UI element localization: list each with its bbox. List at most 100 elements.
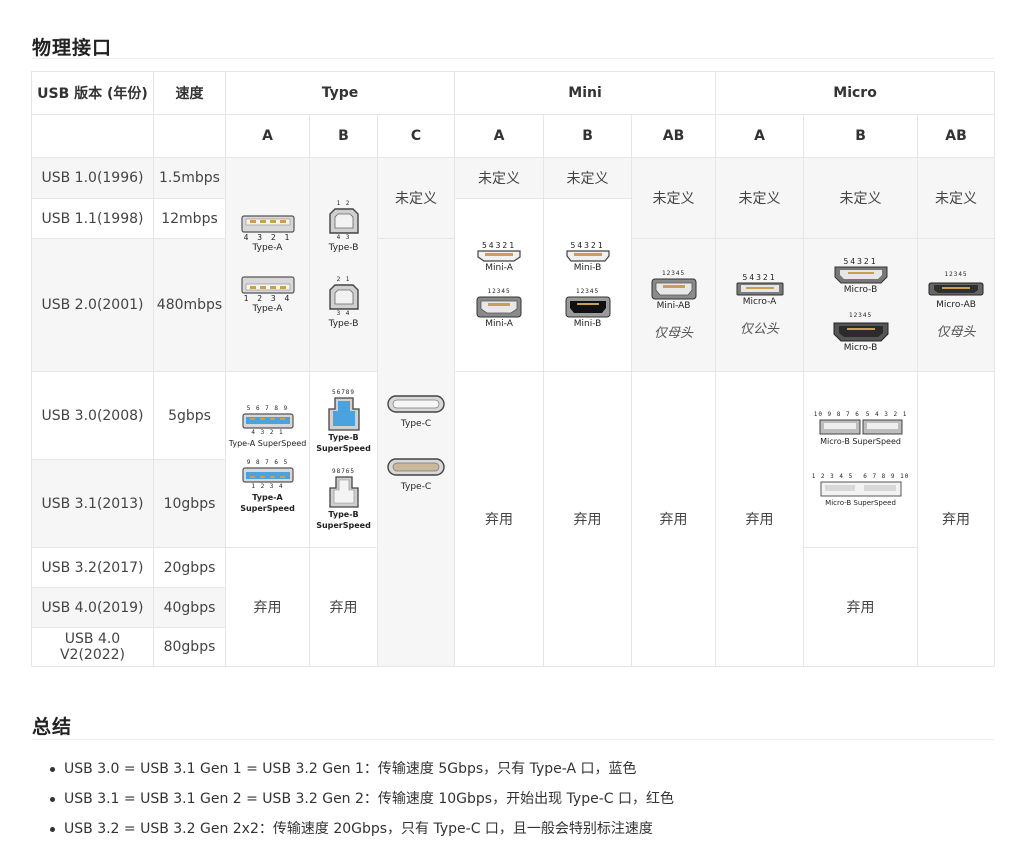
micro-b-ss-connector-2: 1 2 3 4 5 6 7 8 9 10 Micro-B SuperSpeed [812, 473, 910, 509]
micro-ab-icon [928, 282, 984, 295]
micro-a-label: Micro-A [742, 297, 777, 307]
micro-b-ss-pins-right: 6 7 8 9 10 [863, 472, 910, 480]
type-a-connector: 4 3 2 1 Type-A [240, 214, 295, 254]
type-c-icon [387, 395, 445, 413]
type-b-ss-pins: 98765 [331, 467, 356, 475]
type-a-label: Type-A [252, 303, 283, 314]
usb-interface-table: USB 版本 (年份) 速度 Type Mini Micro A B C A B… [31, 71, 996, 667]
micro-ab-connector: 12345 Micro-AB [928, 271, 984, 311]
header-micro: Micro [715, 71, 996, 115]
type-b-ss-label-2: SuperSpeed [316, 443, 371, 453]
section-divider [32, 739, 994, 740]
row-version: USB 1.0(1996) [31, 157, 154, 199]
cell-mini-b-undefined: 未定义 [543, 157, 633, 199]
cell-type-b-usb2: 1 2 4 3 Type-B 2 1 3 4 Type-B [309, 157, 378, 372]
table-header-row-1: USB 版本 (年份) 速度 Type Mini Micro [31, 71, 996, 115]
summary-list: USB 3.0 = USB 3.1 Gen 1 = USB 3.2 Gen 1：… [48, 757, 674, 847]
type-b-ss-label-1: Type-B [328, 509, 359, 519]
header-type-a: A [225, 114, 310, 158]
type-a-ss-connector: 5 6 7 8 9 4 3 2 1 Type-A SuperSpeed [229, 405, 307, 449]
type-c-connector: Type-C [387, 395, 445, 430]
micro-ab-note: 仅母头 [936, 324, 976, 340]
type-a-superspeed-icon [241, 413, 294, 429]
row-speed: 10gbps [153, 459, 226, 548]
header-type-c: C [376, 114, 456, 158]
micro-b-icon [834, 266, 888, 283]
type-c-label: Type-C [400, 419, 432, 429]
mini-a-pins: 54321 [481, 240, 517, 250]
micro-ab-pins: 12345 [944, 270, 968, 278]
mini-a-label: Mini-A [485, 318, 513, 329]
section-title-physical: 物理接口 [32, 37, 113, 59]
header-mini-b: B [543, 114, 633, 158]
type-c-connector-2: Type-C [387, 458, 445, 493]
cell-micro-b-undefined: 未定义 [803, 157, 919, 239]
type-a-icon [240, 275, 295, 294]
header-version: USB 版本 (年份) [31, 71, 154, 115]
mini-b-pins: 54321 [570, 240, 605, 250]
type-c-icon [387, 458, 445, 476]
mini-ab-note: 仅母头 [654, 325, 694, 341]
row-version: USB 4.0 V2(2022) [31, 627, 154, 667]
micro-b-superspeed-icon [819, 419, 903, 434]
table-row: USB 3.0(2008) 5gbps 5 6 7 8 9 4 3 2 1 Ty… [31, 371, 996, 667]
header-micro-b: B [803, 114, 919, 158]
cell-type-b-ss: 56789 Type-B SuperSpeed 98765 Type-B Sup… [309, 371, 378, 548]
mini-ab-label: Mini-AB [656, 300, 691, 311]
micro-a-connector: 54321 Micro-A [736, 273, 784, 308]
mini-b-connector: 54321 Mini-B [565, 240, 610, 274]
type-b-pins-top: 2 1 [336, 275, 351, 283]
micro-b-ss-connector: 10 9 8 7 6 5 4 3 2 1 Micro-B SuperSpeed [814, 411, 908, 447]
cell-mini-ab-usb2: 12345 Mini-AB 仅母头 [631, 238, 717, 372]
type-a-pins: 1 2 3 4 [243, 293, 292, 303]
mini-b-connector-2: 12345 Mini-B [565, 288, 611, 330]
type-a-pins: 4 3 2 1 [243, 232, 292, 242]
row-speed: 5gbps [153, 371, 226, 460]
cell-mini-ab-deprecated: 弃用 [631, 371, 717, 667]
type-b-icon [328, 207, 359, 234]
type-a-label: Type-A [252, 242, 283, 253]
section-divider [32, 58, 994, 59]
type-b-ss-label-2: SuperSpeed [316, 520, 371, 530]
row-speed: 480mbps [153, 238, 226, 372]
row-version: USB 3.0(2008) [31, 371, 154, 460]
mini-a-label: Mini-A [485, 262, 513, 273]
micro-b-ss-pins-right: 5 4 3 2 1 [865, 410, 908, 418]
micro-b-ss-pins-left: 10 9 8 7 6 [813, 410, 860, 418]
micro-b-ss-label: Micro-B SuperSpeed [820, 436, 901, 446]
type-b-pins-top: 1 2 [336, 199, 351, 207]
cell-micro-b-usb2: 54321 Micro-B 12345 Micro-B [803, 238, 919, 372]
mini-a-icon [477, 249, 521, 262]
list-item: USB 3.2 = USB 3.2 Gen 2x2：传输速度 20Gbps，只有… [48, 817, 674, 847]
cell-mini-ab-undefined: 未定义 [631, 157, 717, 239]
micro-b-label: Micro-B [843, 342, 878, 353]
mini-b-label: Mini-B [573, 318, 602, 329]
row-speed: 20gbps [153, 547, 226, 588]
type-a-ss-pins-bottom: 1 2 3 4 [251, 483, 284, 490]
section-title-summary: 总结 [32, 716, 73, 738]
header-mini: Mini [454, 71, 717, 115]
type-b-connector-2: 2 1 3 4 Type-B [329, 276, 359, 330]
mini-ab-connector: 12345 Mini-AB [651, 270, 697, 312]
mini-ab-pins: 12345 [662, 269, 686, 277]
cell-mini-b-usb2: 54321 Mini-B 12345 Mini-B [543, 198, 633, 372]
type-a-ss-label-1: Type-A [252, 493, 283, 502]
cell-type-c: Type-C Type-C [376, 238, 456, 667]
type-b-pins-bottom: 3 4 [336, 309, 351, 317]
micro-b-superspeed-icon [820, 481, 902, 496]
row-speed: 12mbps [153, 198, 226, 239]
mini-b-label: Mini-B [573, 262, 602, 273]
cell-type-c-undefined: 未定义 [376, 157, 456, 239]
row-version: USB 3.2(2017) [31, 547, 154, 588]
type-b-label: Type-B [328, 242, 359, 253]
type-a-ss-pins-top: 5 6 7 8 9 [246, 405, 289, 412]
cell-mini-b-deprecated: 弃用 [543, 371, 633, 667]
micro-a-pins: 54321 [742, 273, 777, 282]
type-a-ss-pins-top: 9 8 7 6 5 [246, 459, 289, 466]
row-speed: 80gbps [153, 627, 226, 667]
mini-a-connector: 54321 Mini-A [477, 241, 521, 274]
header-type-b: B [309, 114, 378, 158]
cell-micro-ab-deprecated: 弃用 [917, 371, 996, 667]
row-version: USB 4.0(2019) [31, 587, 154, 628]
mini-b-icon [565, 296, 611, 317]
